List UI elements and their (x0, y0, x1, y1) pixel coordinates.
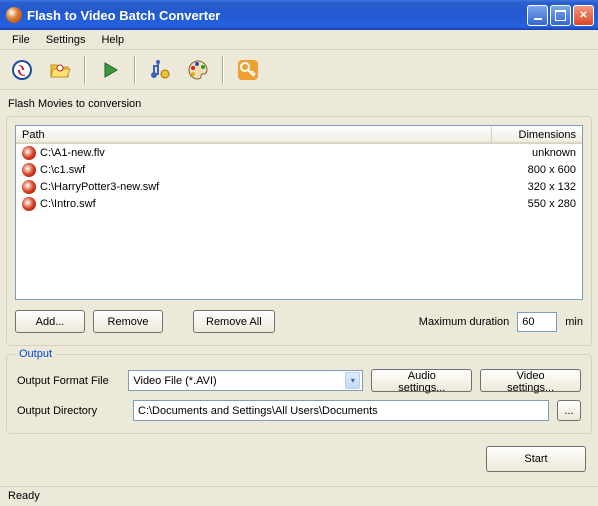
status-text: Ready (4, 490, 44, 503)
toolbar-separator (222, 56, 224, 84)
remove-button[interactable]: Remove (93, 310, 163, 333)
table-row[interactable]: C:\HarryPotter3-new.swf 320 x 132 (16, 178, 582, 195)
menu-help[interactable]: Help (93, 32, 132, 48)
audio-settings-button[interactable]: Audio settings... (371, 369, 472, 392)
toolbar (0, 50, 598, 90)
audio-icon[interactable] (144, 54, 176, 86)
column-dimensions[interactable]: Dimensions (492, 126, 582, 143)
flash-tool-icon[interactable] (6, 54, 38, 86)
menubar: File Settings Help (0, 30, 598, 50)
directory-input[interactable] (133, 400, 549, 421)
output-fieldset: Output Output Format File Video File (*.… (6, 354, 592, 434)
open-folder-icon[interactable] (44, 54, 76, 86)
list-header: Path Dimensions (16, 126, 582, 144)
output-legend: Output (15, 348, 56, 360)
table-row[interactable]: C:\c1.swf 800 x 600 (16, 161, 582, 178)
start-button[interactable]: Start (486, 446, 586, 472)
flash-file-icon (22, 163, 36, 177)
table-row[interactable]: C:\A1-new.flv unknown (16, 144, 582, 161)
add-button[interactable]: Add... (15, 310, 85, 333)
statusbar: Ready (0, 486, 598, 506)
minimize-button[interactable] (527, 5, 548, 26)
max-duration-label: Maximum duration (419, 316, 509, 328)
file-list-group: Path Dimensions C:\A1-new.flvunknownC:\c… (6, 116, 592, 346)
file-path: C:\A1-new.flv (40, 147, 105, 159)
chevron-down-icon: ▾ (345, 372, 360, 389)
file-dimensions: 550 x 280 (492, 195, 582, 212)
file-listview[interactable]: Path Dimensions C:\A1-new.flvunknownC:\c… (15, 125, 583, 300)
remove-all-button[interactable]: Remove All (193, 310, 275, 333)
window-title: Flash to Video Batch Converter (27, 8, 527, 23)
app-icon (6, 7, 22, 23)
file-path: C:\HarryPotter3-new.swf (40, 181, 159, 193)
toolbar-separator (84, 56, 86, 84)
key-icon[interactable] (232, 54, 264, 86)
flash-file-icon (22, 197, 36, 211)
column-path[interactable]: Path (16, 126, 492, 143)
max-duration-unit: min (565, 316, 583, 328)
max-duration-input[interactable] (517, 312, 557, 332)
file-path: C:\Intro.swf (40, 198, 96, 210)
play-icon[interactable] (94, 54, 126, 86)
format-value: Video File (*.AVI) (133, 375, 345, 387)
table-row[interactable]: C:\Intro.swf 550 x 280 (16, 195, 582, 212)
file-path: C:\c1.swf (40, 164, 85, 176)
palette-icon[interactable] (182, 54, 214, 86)
format-combo[interactable]: Video File (*.AVI) ▾ (128, 370, 363, 391)
titlebar: Flash to Video Batch Converter (0, 0, 598, 30)
flash-file-icon (22, 146, 36, 160)
directory-label: Output Directory (17, 405, 125, 417)
close-button[interactable] (573, 5, 594, 26)
toolbar-separator (134, 56, 136, 84)
browse-button[interactable]: ... (557, 400, 581, 421)
maximize-button[interactable] (550, 5, 571, 26)
file-dimensions: unknown (492, 144, 582, 161)
section-label: Flash Movies to conversion (6, 94, 592, 116)
format-label: Output Format File (17, 375, 120, 387)
video-settings-button[interactable]: Video settings... (480, 369, 581, 392)
menu-file[interactable]: File (4, 32, 38, 48)
file-dimensions: 320 x 132 (492, 178, 582, 195)
file-dimensions: 800 x 600 (492, 161, 582, 178)
flash-file-icon (22, 180, 36, 194)
menu-settings[interactable]: Settings (38, 32, 94, 48)
